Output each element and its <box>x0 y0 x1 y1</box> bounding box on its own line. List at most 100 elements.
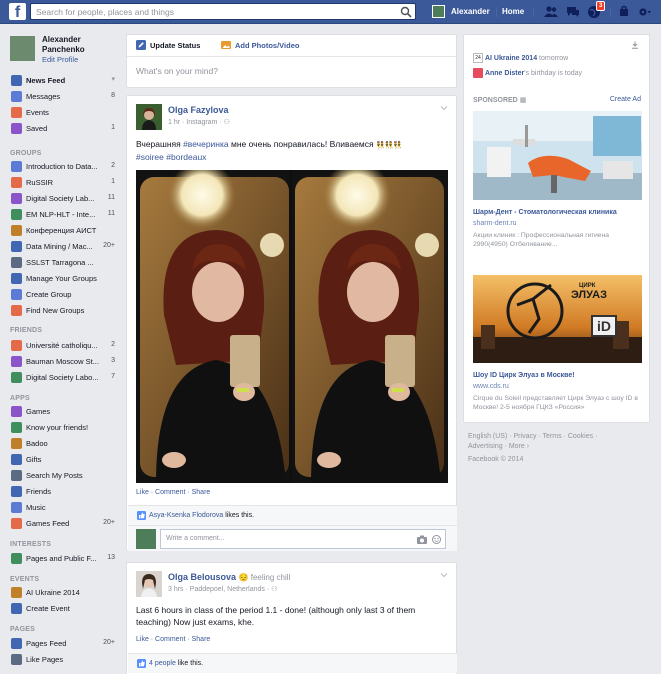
sidebar-item-groups[interactable]: Digital Society Lab... 11 <box>11 191 115 207</box>
sticker-icon[interactable] <box>432 535 441 544</box>
post-author-name[interactable]: Olga Fazylova <box>168 105 229 115</box>
ad-image-dental-clinic[interactable] <box>473 111 642 200</box>
likes-text: Asya-Ksenka Flodorova likes this. <box>149 512 254 519</box>
sidebar-item-groups[interactable]: Introduction to Data... 2 <box>11 159 115 175</box>
emoji: 👯👯👯 <box>375 141 403 149</box>
liker-name-link[interactable]: Asya-Ksenka Flodorova <box>149 512 223 519</box>
post-actions[interactable]: Like · Comment · Share <box>136 636 210 643</box>
search-input[interactable]: Search for people, places and things <box>30 3 416 20</box>
section-header-interests[interactable]: INTERESTS <box>10 541 51 548</box>
sidebar-item-main[interactable]: Messages 8 <box>11 89 115 105</box>
footer-links[interactable]: English (US) · Privacy · Terms · Cookies… <box>468 432 643 442</box>
sidebar-item-apps[interactable]: Games Feed 20+ <box>11 516 115 532</box>
apps-item-icon <box>11 502 22 513</box>
ad-title[interactable]: Шарм-Дент - Стоматологическая клиника <box>473 209 617 216</box>
author-name-text[interactable]: Olga Belousova <box>168 572 236 582</box>
sidebar-item-pages[interactable]: Like Pages <box>11 652 115 668</box>
user-avatar[interactable] <box>432 5 445 18</box>
birthday-name-link[interactable]: Anne Dister <box>485 70 524 77</box>
update-status-tab[interactable]: Update Status <box>150 41 200 50</box>
sidebar-item-groups[interactable]: Конференция АИСТ <box>11 223 115 239</box>
sidebar-item-main[interactable]: Events <box>11 105 115 121</box>
audience-friends-icon[interactable]: ⚇ <box>271 586 277 593</box>
post-author-name[interactable]: Olga Belousova 😔 feeling chill <box>168 572 290 582</box>
post-author-avatar[interactable] <box>136 571 162 597</box>
post-options-chevron-icon[interactable] <box>440 571 448 579</box>
sidebar-item-friends[interactable]: Bauman Moscow St... 3 <box>11 354 115 370</box>
ad-url[interactable]: www.cds.ru <box>473 383 509 390</box>
friend-requests-icon[interactable] <box>543 5 559 19</box>
sidebar-item-apps[interactable]: Search My Posts <box>11 468 115 484</box>
add-photos-tab[interactable]: Add Photos/Video <box>235 41 299 50</box>
sidebar-item-interests[interactable]: Pages and Public F... 13 <box>11 551 115 567</box>
chevron-down-icon[interactable]: ▾ <box>111 75 115 83</box>
sidebar-item-events[interactable]: Create Event <box>11 601 115 617</box>
ad-description: Акции клиник : Профессиональная гигиена … <box>473 232 610 248</box>
sidebar-item-groups[interactable]: Find New Groups <box>11 303 115 319</box>
ad-title[interactable]: Шоу ID Цирк Элуаз в Москве! <box>473 372 575 379</box>
footer-links[interactable]: Advertising · More › <box>468 442 643 452</box>
messages-icon[interactable] <box>565 5 581 19</box>
profile-avatar[interactable] <box>10 36 35 61</box>
ad-url[interactable]: sharm-dent.ru <box>473 220 517 227</box>
sidebar-item-main[interactable]: Saved 1 <box>11 121 115 137</box>
post-author-avatar[interactable] <box>136 104 162 130</box>
section-header-events[interactable]: EVENTS <box>10 576 39 583</box>
sidebar-item-apps[interactable]: Friends <box>11 484 115 500</box>
sidebar-item-friends[interactable]: Digital Society Labo... 7 <box>11 370 115 386</box>
facebook-logo[interactable]: f <box>9 3 26 20</box>
groups-item-icon <box>11 225 22 236</box>
event-reminder[interactable]: 24 AI Ukraine 2014 tomorrow <box>473 53 568 63</box>
section-header-groups[interactable]: GROUPS <box>10 150 42 157</box>
hashtag-link[interactable]: #soiree <box>136 152 164 162</box>
status-input[interactable]: What's on your mind? <box>136 66 218 76</box>
likes-count-link[interactable]: 4 people <box>149 660 176 667</box>
profile-name[interactable]: Alexander Panchenko <box>42 35 122 55</box>
comment-input[interactable]: Write a comment... <box>160 529 446 549</box>
sidebar-item-groups[interactable]: Manage Your Groups <box>11 271 115 287</box>
sidebar-item-groups[interactable]: EM NLP-HLT - Inte... 11 <box>11 207 115 223</box>
event-name-link[interactable]: AI Ukraine 2014 <box>485 55 537 62</box>
sidebar-item-count: 11 <box>107 194 115 201</box>
ad-image-circus[interactable]: ЦИРК ЭЛУАЗ iD <box>473 275 642 363</box>
post-timestamp[interactable]: 1 hr · Instagram · <box>168 119 224 126</box>
home-link[interactable]: Home <box>502 7 524 16</box>
post-photo[interactable] <box>136 170 448 483</box>
sidebar-item-apps[interactable]: Know your friends! <box>11 420 115 436</box>
sidebar-item-friends[interactable]: Université catholiqu... 2 <box>11 338 115 354</box>
create-ad-link[interactable]: Create Ad <box>610 96 641 103</box>
camera-icon[interactable] <box>417 535 427 544</box>
sidebar-item-label: Data Mining / Mac... <box>26 242 93 251</box>
privacy-shortcuts-icon[interactable] <box>618 5 634 19</box>
sidebar-item-pages[interactable]: Pages Feed 20+ <box>11 636 115 652</box>
section-header-pages[interactable]: PAGES <box>10 626 35 633</box>
profile-link[interactable]: Alexander <box>451 7 490 16</box>
sidebar-item-apps[interactable]: Gifts <box>11 452 115 468</box>
birthday-reminder[interactable]: Anne Dister's birthday is today <box>473 68 582 78</box>
sidebar-item-apps[interactable]: Music <box>11 500 115 516</box>
post-actions[interactable]: Like · Comment · Share <box>136 489 210 496</box>
sidebar-item-groups[interactable]: RuSSIR 1 <box>11 175 115 191</box>
hashtag-link[interactable]: #bordeaux <box>166 152 206 162</box>
sidebar-item-events[interactable]: AI Ukraine 2014 <box>11 585 115 601</box>
post-timestamp[interactable]: 3 hrs · Paddepoel, Netherlands · <box>168 586 271 593</box>
sidebar-item-apps[interactable]: Badoo <box>11 436 115 452</box>
search-icon[interactable] <box>400 6 412 18</box>
section-header-friends[interactable]: FRIENDS <box>10 327 42 334</box>
settings-gear-icon[interactable] <box>636 5 652 19</box>
news-feed-icon <box>11 75 22 86</box>
sidebar-item-label: Messages <box>26 92 61 101</box>
sidebar-item-groups[interactable]: Create Group <box>11 287 115 303</box>
sidebar-item-groups[interactable]: SSLST Tarragona ... <box>11 255 115 271</box>
post-options-chevron-icon[interactable] <box>440 104 448 112</box>
sidebar-item-apps[interactable]: Games <box>11 404 115 420</box>
hashtag-link[interactable]: #вечеринка <box>183 139 229 149</box>
section-header-apps[interactable]: APPS <box>10 395 30 402</box>
audience-friends-icon[interactable]: ⚇ <box>224 119 230 126</box>
download-icon[interactable] <box>631 41 639 49</box>
groups-item-icon <box>11 305 22 316</box>
groups-item-icon <box>11 257 22 268</box>
edit-profile-link[interactable]: Edit Profile <box>42 55 122 64</box>
sidebar-item-groups[interactable]: Data Mining / Mac... 20+ <box>11 239 115 255</box>
sidebar-item-main[interactable]: News Feed ▾ <box>11 73 115 89</box>
